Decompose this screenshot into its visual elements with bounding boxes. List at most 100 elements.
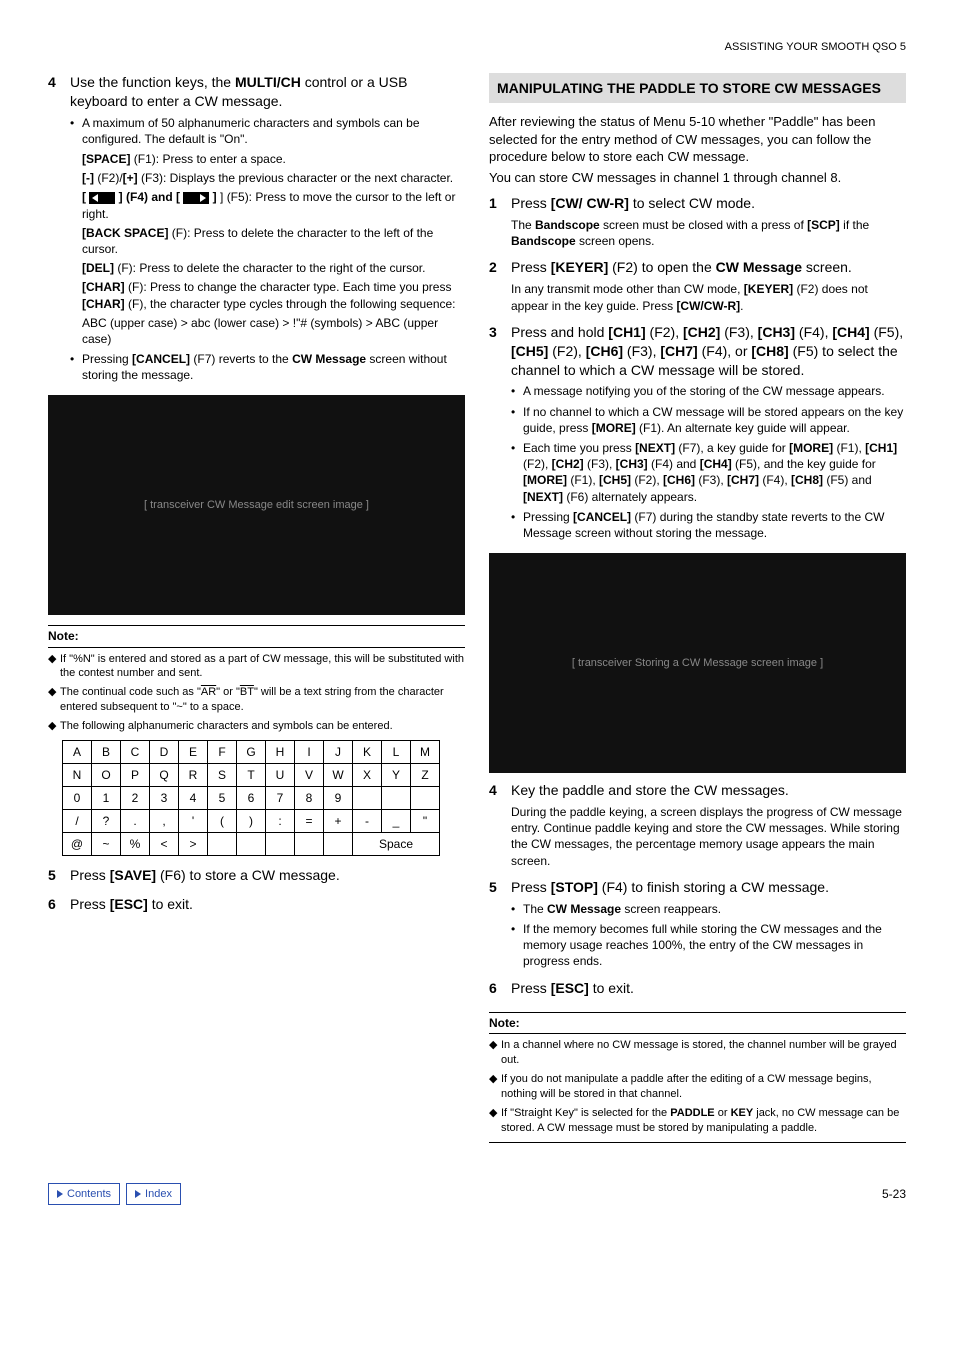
- table-cell: Y: [382, 763, 411, 786]
- left-column: 4 Use the function keys, the MULTI/CH co…: [48, 73, 465, 1143]
- page-footer: Contents Index 5-23: [48, 1183, 906, 1206]
- step-number: 5: [489, 878, 511, 974]
- table-cell: U: [266, 763, 295, 786]
- step-number: 1: [489, 194, 511, 252]
- table-cell: X: [353, 763, 382, 786]
- table-cell: [208, 832, 237, 855]
- table-cell: -: [353, 809, 382, 832]
- table-cell: A: [63, 740, 92, 763]
- step-number: 6: [48, 895, 70, 918]
- key-desc: [-] (F2)/[+] (F3): Displays the previous…: [82, 170, 465, 186]
- key-desc: [CHAR] (F): Press to change the characte…: [82, 279, 465, 311]
- note-item: ◆If you do not manipulate a paddle after…: [489, 1072, 906, 1102]
- page-number: 5-23: [882, 1186, 906, 1202]
- table-cell: @: [63, 832, 92, 855]
- table-cell: 2: [121, 786, 150, 809]
- table-cell: <: [150, 832, 179, 855]
- triangle-icon: [57, 1190, 63, 1198]
- table-cell: L: [382, 740, 411, 763]
- table-cell: G: [237, 740, 266, 763]
- step-6: 6 Press [ESC] to exit.: [48, 895, 465, 918]
- table-cell: I: [295, 740, 324, 763]
- step-1: 1 Press [CW/ CW-R] to select CW mode. Th…: [489, 194, 906, 252]
- character-table: ABCDEFGHIJKLMNOPQRSTUVWXYZ0123456789/?.,…: [62, 740, 440, 856]
- table-cell: 9: [324, 786, 353, 809]
- step-number: 6: [489, 979, 511, 1002]
- table-cell: ': [179, 809, 208, 832]
- button-label: Contents: [67, 1187, 111, 1202]
- table-cell: ": [411, 809, 440, 832]
- index-button[interactable]: Index: [126, 1183, 181, 1206]
- note-item: ◆In a channel where no CW message is sto…: [489, 1038, 906, 1068]
- key-desc: [BACK SPACE] (F): Press to delete the ch…: [82, 225, 465, 257]
- table-cell: O: [92, 763, 121, 786]
- table-cell: 8: [295, 786, 324, 809]
- table-cell: 3: [150, 786, 179, 809]
- table-cell: B: [92, 740, 121, 763]
- section-heading: MANIPULATING THE PADDLE TO STORE CW MESS…: [489, 73, 906, 103]
- key-desc: [SPACE] (F1): Press to enter a space.: [82, 151, 465, 167]
- note-item: ◆The following alphanumeric characters a…: [48, 719, 465, 734]
- arrow-left-icon: [89, 192, 115, 204]
- table-cell: 1: [92, 786, 121, 809]
- page-header: ASSISTING YOUR SMOOTH QSO 5: [48, 40, 906, 55]
- table-cell: C: [121, 740, 150, 763]
- table-cell: [382, 786, 411, 809]
- bullet: •A maximum of 50 alphanumeric characters…: [70, 115, 465, 147]
- step-5: 5 Press [SAVE] (F6) to store a CW messag…: [48, 866, 465, 889]
- table-cell: .: [121, 809, 150, 832]
- table-cell: P: [121, 763, 150, 786]
- table-cell: V: [295, 763, 324, 786]
- table-cell: >: [179, 832, 208, 855]
- note-item: ◆If "Straight Key" is selected for the P…: [489, 1106, 906, 1136]
- table-cell: F: [208, 740, 237, 763]
- note-heading: Note:: [48, 625, 465, 647]
- step-number: 5: [48, 866, 70, 889]
- text: Use the function keys, the: [70, 74, 235, 90]
- table-cell: [237, 832, 266, 855]
- table-cell: W: [324, 763, 353, 786]
- button-label: Index: [145, 1187, 172, 1202]
- table-cell: [353, 786, 382, 809]
- table-cell: %: [121, 832, 150, 855]
- table-cell: ?: [92, 809, 121, 832]
- step-4: 4 Key the paddle and store the CW messag…: [489, 781, 906, 872]
- table-cell: D: [150, 740, 179, 763]
- key-desc: [DEL] (F): Press to delete the character…: [82, 260, 465, 276]
- table-cell: 4: [179, 786, 208, 809]
- table-cell: [411, 786, 440, 809]
- step-2: 2 Press [KEYER] (F2) to open the CW Mess…: [489, 258, 906, 316]
- table-cell: /: [63, 809, 92, 832]
- step-5: 5 Press [STOP] (F4) to finish storing a …: [489, 878, 906, 974]
- step-6: 6 Press [ESC] to exit.: [489, 979, 906, 1002]
- table-cell: +: [324, 809, 353, 832]
- screenshot-cw-store: [ transceiver Storing a CW Message scree…: [489, 553, 906, 773]
- note-item: ◆If "%N" is entered and stored as a part…: [48, 652, 465, 682]
- table-cell: T: [237, 763, 266, 786]
- table-cell: Q: [150, 763, 179, 786]
- right-column: MANIPULATING THE PADDLE TO STORE CW MESS…: [489, 73, 906, 1143]
- step-number: 3: [489, 323, 511, 545]
- table-cell: ): [237, 809, 266, 832]
- step-number: 2: [489, 258, 511, 316]
- contents-button[interactable]: Contents: [48, 1183, 120, 1206]
- step-heading: Use the function keys, the MULTI/CH cont…: [70, 73, 465, 111]
- table-cell: 5: [208, 786, 237, 809]
- table-cell: _: [382, 809, 411, 832]
- table-cell: S: [208, 763, 237, 786]
- table-cell: =: [295, 809, 324, 832]
- table-cell: M: [411, 740, 440, 763]
- key-desc: [ ] (F4) and [ ] ] (F5): Press to move t…: [82, 189, 465, 221]
- table-cell: J: [324, 740, 353, 763]
- text: MULTI/CH: [235, 74, 301, 90]
- note-item: ◆The continual code such as "AR" or "BT"…: [48, 685, 465, 715]
- table-cell: [266, 832, 295, 855]
- table-cell: Space: [353, 832, 440, 855]
- table-cell: ,: [150, 809, 179, 832]
- bullet: •Pressing [CANCEL] (F7) reverts to the C…: [70, 351, 465, 383]
- table-cell: 7: [266, 786, 295, 809]
- table-cell: :: [266, 809, 295, 832]
- note-heading: Note:: [489, 1012, 906, 1034]
- table-cell: 0: [63, 786, 92, 809]
- step-number: 4: [48, 73, 70, 388]
